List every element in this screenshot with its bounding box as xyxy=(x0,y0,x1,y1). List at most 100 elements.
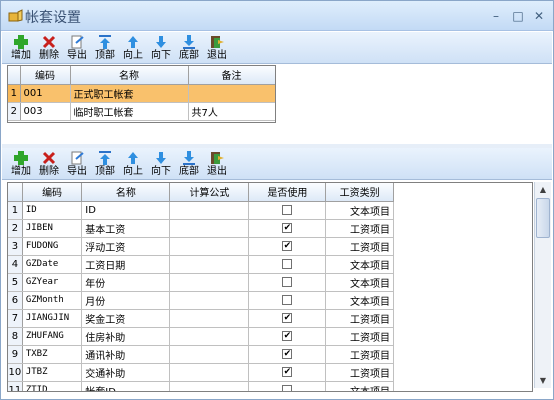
cell-name[interactable]: 交通补助 xyxy=(81,363,171,382)
cell-formula[interactable] xyxy=(169,363,250,382)
used-checkbox[interactable]: ✔ xyxy=(282,222,293,233)
add-button[interactable]: 增加 xyxy=(7,33,35,63)
cell-name[interactable]: 住房补助 xyxy=(81,327,171,346)
cell-code[interactable]: JIBEN xyxy=(22,219,83,238)
move-down-button[interactable]: 向下 xyxy=(147,33,175,63)
table-row[interactable]: 8 ZHUFANG 住房补助 ✔ 工资项目 xyxy=(8,327,394,346)
cell-code[interactable]: 001 xyxy=(20,84,71,103)
used-checkbox[interactable] xyxy=(282,258,293,269)
export-item-button[interactable]: 导出 xyxy=(63,149,91,179)
cell-name[interactable]: 正式职工帐套 xyxy=(70,84,189,103)
table-row[interactable]: 10 JTBZ 交通补助 ✔ 工资项目 xyxy=(8,363,394,382)
column-header-used[interactable]: 是否使用 xyxy=(248,183,327,202)
cell-name[interactable]: 通讯补助 xyxy=(81,345,171,364)
cell-category[interactable]: 工资项目 xyxy=(325,219,394,238)
move-top-button[interactable]: 顶部 xyxy=(91,33,119,63)
cell-name[interactable]: 临时职工帐套 xyxy=(70,102,189,121)
used-checkbox[interactable]: ✔ xyxy=(282,348,293,359)
cell-formula[interactable] xyxy=(169,201,250,220)
cell-formula[interactable] xyxy=(169,309,250,328)
used-checkbox[interactable]: ✔ xyxy=(282,240,293,251)
move-up-item-button[interactable]: 向上 xyxy=(119,149,147,179)
cell-category[interactable]: 工资项目 xyxy=(325,363,394,382)
cell-category[interactable]: 工资项目 xyxy=(325,309,394,328)
column-header-note[interactable]: 备注 xyxy=(188,66,275,85)
cell-name[interactable]: 奖金工资 xyxy=(81,309,171,328)
column-header-category[interactable]: 工资类别 xyxy=(325,183,394,202)
table-row[interactable]: 6 GZMonth 月份 文本项目 xyxy=(8,291,394,310)
table-row[interactable]: 7 JIANGJIN 奖金工资 ✔ 工资项目 xyxy=(8,309,394,328)
cell-code[interactable]: FUDONG xyxy=(22,237,83,256)
move-bottom-item-button[interactable]: 底部 xyxy=(175,149,203,179)
table-row[interactable]: 2 003 临时职工帐套 共7人 xyxy=(8,102,275,121)
vertical-scrollbar[interactable]: ▲ ▼ xyxy=(534,182,551,388)
cell-category[interactable]: 文本项目 xyxy=(325,381,394,391)
cell-formula[interactable] xyxy=(169,273,250,292)
table-row[interactable]: 1 ID ID 文本项目 xyxy=(8,201,394,220)
move-down-item-button[interactable]: 向下 xyxy=(147,149,175,179)
cell-name[interactable]: 基本工资 xyxy=(81,219,171,238)
table-row[interactable]: 3 FUDONG 浮动工资 ✔ 工资项目 xyxy=(8,237,394,256)
table-row[interactable]: 11 ZTID 帐套ID 文本项目 xyxy=(8,381,394,391)
cell-name[interactable]: 帐套ID xyxy=(81,381,171,391)
cell-code[interactable]: GZYear xyxy=(22,273,83,292)
cell-code[interactable]: ZTID xyxy=(22,381,83,391)
cell-formula[interactable] xyxy=(169,255,250,274)
cell-name[interactable]: 月份 xyxy=(81,291,171,310)
cell-code[interactable]: GZMonth xyxy=(22,291,83,310)
cell-category[interactable]: 文本项目 xyxy=(325,273,394,292)
cell-formula[interactable] xyxy=(169,327,250,346)
add-item-button[interactable]: 增加 xyxy=(7,149,35,179)
delete-item-button[interactable]: 删除 xyxy=(35,149,63,179)
maximize-button[interactable]: □ xyxy=(509,7,527,25)
close-button[interactable]: ✕ xyxy=(530,7,548,25)
cell-category[interactable]: 文本项目 xyxy=(325,255,394,274)
cell-formula[interactable] xyxy=(169,219,250,238)
cell-category[interactable]: 工资项目 xyxy=(325,237,394,256)
column-header-name[interactable]: 名称 xyxy=(70,66,189,85)
cell-formula[interactable] xyxy=(169,345,250,364)
used-checkbox[interactable]: ✔ xyxy=(282,366,293,377)
used-checkbox[interactable]: ✔ xyxy=(282,312,293,323)
cell-name[interactable]: 工资日期 xyxy=(81,255,171,274)
cell-category[interactable]: 工资项目 xyxy=(325,327,394,346)
minimize-button[interactable]: – xyxy=(487,7,505,25)
column-header-code[interactable]: 编码 xyxy=(20,66,71,85)
table-row[interactable]: 4 GZDate 工资日期 文本项目 xyxy=(8,255,394,274)
cell-category[interactable]: 文本项目 xyxy=(325,201,394,220)
used-checkbox[interactable] xyxy=(282,276,293,287)
used-checkbox[interactable]: ✔ xyxy=(282,330,293,341)
cell-note[interactable]: 共7人 xyxy=(188,102,275,121)
table-row[interactable]: 1 001 正式职工帐套 xyxy=(8,84,275,103)
cell-formula[interactable] xyxy=(169,237,250,256)
used-checkbox[interactable] xyxy=(282,384,293,391)
cell-code[interactable]: ID xyxy=(22,201,83,220)
cell-name[interactable]: ID xyxy=(81,201,171,220)
move-bottom-button[interactable]: 底部 xyxy=(175,33,203,63)
table-row[interactable]: 5 GZYear 年份 文本项目 xyxy=(8,273,394,292)
move-top-item-button[interactable]: 顶部 xyxy=(91,149,119,179)
column-header-name[interactable]: 名称 xyxy=(81,183,171,202)
cell-name[interactable]: 浮动工资 xyxy=(81,237,171,256)
cell-code[interactable]: JIANGJIN xyxy=(22,309,83,328)
used-checkbox[interactable] xyxy=(282,204,293,215)
export-button[interactable]: 导出 xyxy=(63,33,91,63)
column-header-formula[interactable]: 计算公式 xyxy=(169,183,250,202)
cell-code[interactable]: GZDate xyxy=(22,255,83,274)
cell-name[interactable]: 年份 xyxy=(81,273,171,292)
column-header-code[interactable]: 编码 xyxy=(22,183,83,202)
cell-note[interactable] xyxy=(188,84,275,103)
used-checkbox[interactable] xyxy=(282,294,293,305)
cell-formula[interactable] xyxy=(169,381,250,391)
table-row[interactable]: 9 TXBZ 通讯补助 ✔ 工资项目 xyxy=(8,345,394,364)
cell-code[interactable]: TXBZ xyxy=(22,345,83,364)
cell-category[interactable]: 工资项目 xyxy=(325,345,394,364)
cell-code[interactable]: JTBZ xyxy=(22,363,83,382)
move-up-button[interactable]: 向上 xyxy=(119,33,147,63)
cell-category[interactable]: 文本项目 xyxy=(325,291,394,310)
delete-button[interactable]: 删除 xyxy=(35,33,63,63)
exit-button[interactable]: 退出 xyxy=(203,33,231,63)
scroll-down-arrow-icon[interactable]: ▼ xyxy=(535,373,551,388)
scroll-up-arrow-icon[interactable]: ▲ xyxy=(535,182,551,197)
cell-code[interactable]: 003 xyxy=(20,102,71,121)
